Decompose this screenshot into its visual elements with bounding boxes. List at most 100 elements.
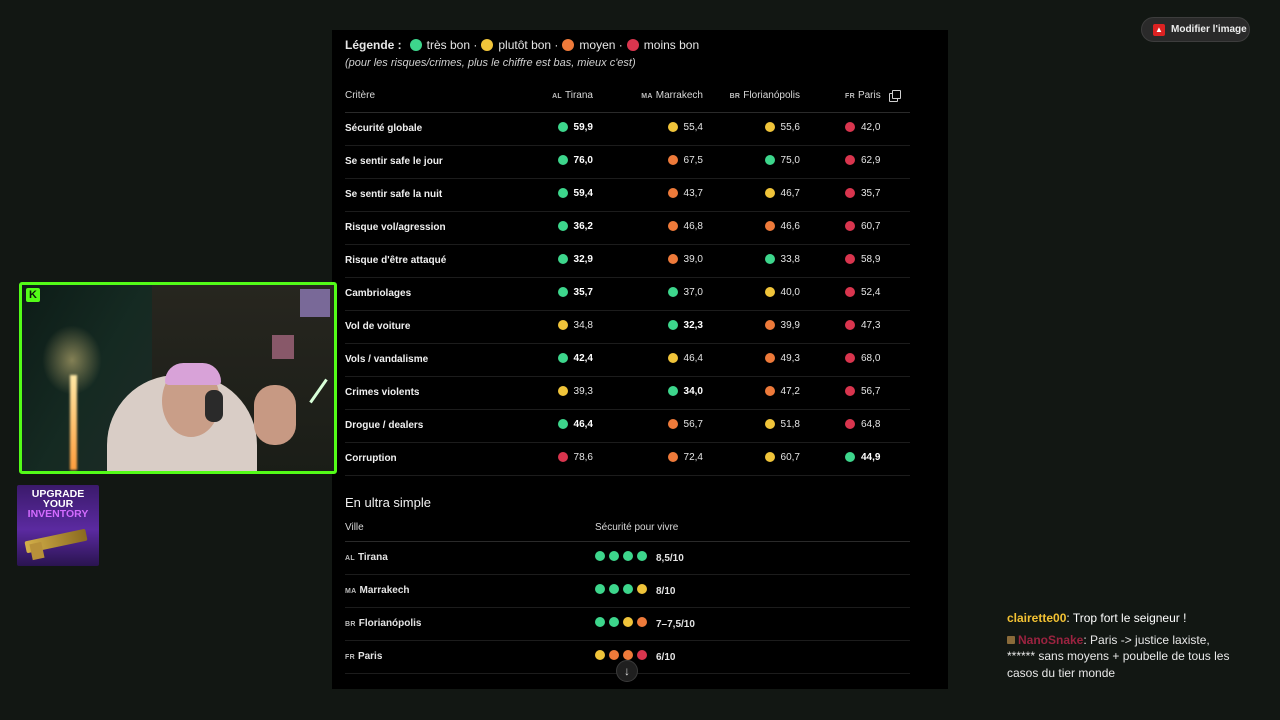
table-row: BR Florianópolis 7–7,5/10 (345, 607, 910, 641)
rating-dot (595, 584, 605, 594)
webcam-overlay: K (19, 282, 337, 474)
security-cell: 8,5/10 (595, 541, 910, 575)
rating-dot (764, 386, 775, 397)
streamer-hand (254, 385, 296, 445)
rating-dot (623, 650, 633, 660)
table-row: Risque d'être attaqué 32,9 39,0 33,8 58,9 (345, 244, 910, 278)
legend-label: Légende : (345, 38, 402, 52)
rating-text: 6/10 (656, 652, 676, 663)
badge-icon (1007, 635, 1015, 644)
value-text: 39,9 (780, 319, 800, 331)
rating-dot (845, 419, 855, 430)
rating-dot (609, 551, 619, 561)
copy-icon[interactable] (888, 90, 901, 103)
table-row: Vol de voiture 34,8 32,3 39,9 47,3 (345, 310, 910, 344)
rating-dot (623, 551, 633, 561)
rating-dot (845, 221, 855, 232)
value-cell: 32,3 (615, 310, 715, 344)
criterion-cell: Se sentir safe le jour (345, 145, 515, 179)
value-cell: 51,8 (715, 409, 825, 443)
header-security-col: Sécurité pour vivre (595, 515, 910, 542)
value-text: 39,3 (573, 385, 593, 397)
rating-dot (667, 386, 678, 397)
rating-dot (637, 650, 647, 660)
headset (205, 390, 223, 422)
value-cell: 58,9 (825, 244, 910, 278)
rating-dot (595, 617, 605, 627)
value-cell: 67,5 (615, 145, 715, 179)
value-cell: 42,4 (515, 343, 615, 377)
value-cell: 33,8 (715, 244, 825, 278)
table-row: Sécurité globale 59,9 55,4 55,6 42,0 (345, 112, 910, 146)
value-cell: 46,4 (615, 343, 715, 377)
value-text: 35,7 (861, 187, 881, 199)
rating-dot (623, 584, 633, 594)
value-text: 46,7 (780, 187, 800, 199)
value-cell: 46,4 (515, 409, 615, 443)
security-cell: 7–7,5/10 (595, 607, 910, 641)
webcam-lamp (70, 375, 77, 470)
chat-username[interactable]: NanoSnake (1018, 633, 1083, 647)
value-text: 72,4 (683, 451, 703, 463)
rating-dot (557, 419, 568, 430)
header-city: MA Marrakech (615, 79, 715, 113)
country-code: BR (345, 621, 356, 628)
rating-dot (667, 155, 678, 166)
value-text: 35,7 (573, 286, 593, 298)
rating-dot (557, 188, 568, 199)
kick-logo-icon: K (26, 288, 40, 302)
chat-message: clairette00: Trop fort le seigneur ! (1007, 610, 1237, 627)
value-text: 39,0 (683, 253, 703, 265)
rating-dot (764, 353, 775, 364)
city-cell: AL Tirana (345, 541, 595, 575)
rating-dot (667, 320, 678, 331)
value-cell: 68,0 (825, 343, 910, 377)
value-cell: 78,6 (515, 442, 615, 476)
value-text: 32,3 (683, 319, 703, 331)
rating-dot (667, 419, 678, 430)
rating-dot (845, 353, 855, 364)
value-cell: 60,7 (715, 442, 825, 476)
rating-dot (595, 551, 605, 561)
header-city: FR Paris (825, 79, 910, 113)
value-text: 76,0 (573, 154, 593, 166)
rating-dot (667, 287, 678, 298)
ad-line: INVENTORY (27, 508, 89, 520)
value-text: 37,0 (683, 286, 703, 298)
value-cell: 59,4 (515, 178, 615, 212)
legend-dot (562, 39, 575, 51)
streamer-cap (165, 363, 221, 385)
value-text: 46,4 (683, 352, 703, 364)
value-text: 34,8 (573, 319, 593, 331)
table-row: Risque vol/agression 36,2 46,8 46,6 60,7 (345, 211, 910, 245)
value-text: 40,0 (780, 286, 800, 298)
table-row: Se sentir safe la nuit 59,4 43,7 46,7 35,7 (345, 178, 910, 212)
modify-image-button[interactable]: ▲ Modifier l'image (1141, 17, 1250, 42)
value-cell: 34,0 (615, 376, 715, 410)
value-cell: 56,7 (615, 409, 715, 443)
header-city: BR Florianópolis (715, 79, 825, 113)
value-cell: 56,7 (825, 376, 910, 410)
value-cell: 37,0 (615, 277, 715, 311)
rating-dot (764, 419, 775, 430)
upgrade-inventory-ad[interactable]: UPGRADE YOUR INVENTORY (17, 485, 99, 566)
rating-dot (557, 254, 568, 265)
table-header-row: Ville Sécurité pour vivre (345, 515, 910, 542)
value-cell: 76,0 (515, 145, 615, 179)
scroll-down-button[interactable]: ↓ (616, 660, 638, 682)
rating-dot (845, 287, 855, 298)
webcam-poster (272, 335, 294, 359)
value-text: 43,7 (683, 187, 703, 199)
legend-text: moyen · (579, 38, 623, 52)
chat-username[interactable]: clairette00 (1007, 611, 1066, 625)
value-cell: 52,4 (825, 277, 910, 311)
criterion-cell: Corruption (345, 442, 515, 476)
rating-dot (667, 221, 678, 232)
city-name: Tirana (357, 552, 388, 563)
value-text: 75,0 (780, 154, 800, 166)
value-text: 68,0 (861, 352, 881, 364)
security-cell: 8/10 (595, 574, 910, 608)
rating-dot (637, 584, 647, 594)
legend-dot (626, 39, 639, 51)
rating-dot (623, 617, 633, 627)
